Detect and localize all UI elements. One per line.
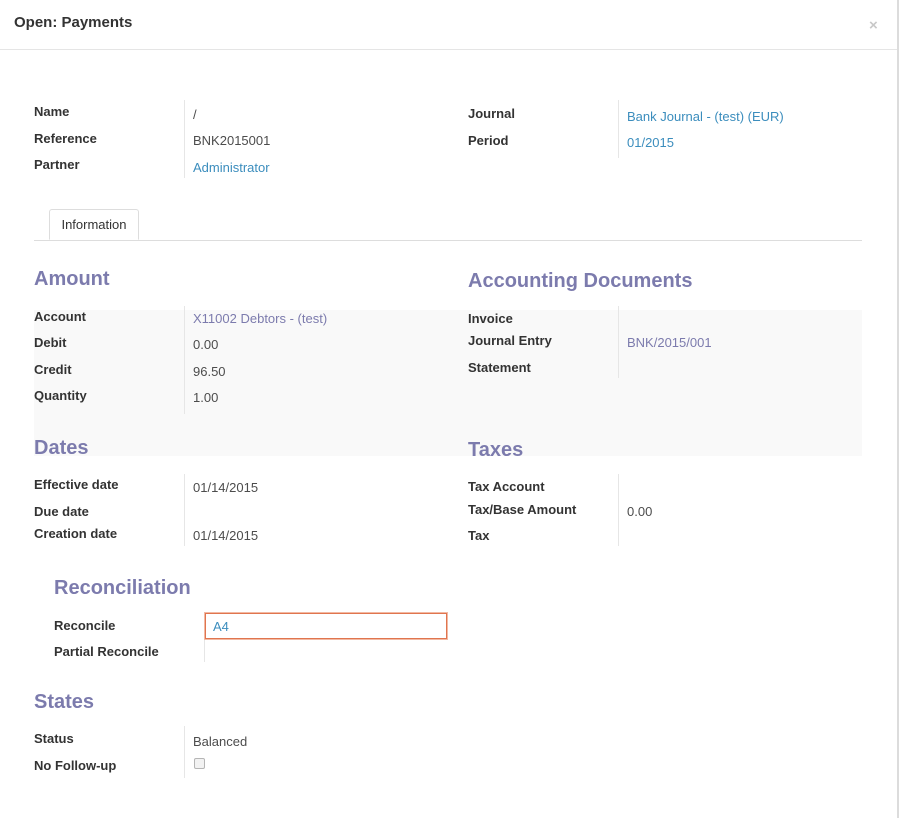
taxes-section-title: Taxes (468, 439, 524, 461)
no-followup-label: No Follow-up (34, 758, 117, 773)
status-value: Balanced (193, 734, 248, 749)
reconcile-input[interactable] (205, 613, 447, 639)
due-date-label: Due date (34, 504, 89, 519)
field-separator (184, 306, 185, 414)
tax-account-label: Tax Account (468, 479, 545, 494)
name-label: Name (34, 104, 70, 119)
reconciliation-section-title: Reconciliation (54, 577, 191, 599)
effective-date-label: Effective date (34, 477, 119, 492)
creation-date-value: 01/14/2015 (193, 528, 259, 543)
invoice-label: Invoice (468, 311, 513, 326)
effective-date-value: 01/14/2015 (193, 480, 259, 495)
journal-link[interactable]: Bank Journal - (test) (EUR) (627, 109, 784, 124)
debit-label: Debit (34, 335, 67, 350)
journal-entry-label: Journal Entry (468, 333, 552, 348)
account-link[interactable]: X11002 Debtors - (test) (193, 311, 327, 326)
field-separator (184, 100, 185, 178)
statement-label: Statement (468, 360, 531, 375)
partner-link[interactable]: Administrator (193, 160, 270, 175)
status-label: Status (34, 731, 74, 746)
period-label: Period (468, 133, 509, 148)
no-followup-checkbox[interactable] (194, 758, 205, 769)
period-link[interactable]: 01/2015 (627, 135, 674, 150)
amount-section-title: Amount (34, 268, 110, 290)
journal-label: Journal (468, 106, 515, 121)
journal-entry-link[interactable]: BNK/2015/001 (627, 335, 712, 350)
close-icon[interactable]: × (869, 17, 878, 34)
reference-value: BNK2015001 (193, 133, 271, 148)
field-separator (618, 100, 619, 158)
accounting-documents-section-title: Accounting Documents (468, 270, 693, 292)
name-value: / (193, 107, 197, 122)
dates-section-title: Dates (34, 437, 89, 459)
field-separator (618, 306, 619, 378)
tab-information[interactable]: Information (49, 209, 139, 240)
creation-date-label: Creation date (34, 526, 118, 541)
credit-label: Credit (34, 362, 72, 377)
dialog-header (0, 0, 897, 50)
reference-label: Reference (34, 131, 97, 146)
tax-base-amount-label: Tax/Base Amount (468, 502, 577, 517)
section-band (34, 310, 862, 426)
field-separator (184, 726, 185, 778)
quantity-label: Quantity (34, 388, 87, 403)
account-label: Account (34, 309, 86, 324)
reconcile-label: Reconcile (54, 618, 116, 633)
tax-base-amount-value: 0.00 (627, 504, 653, 519)
states-section-title: States (34, 691, 95, 713)
field-separator (184, 474, 185, 546)
quantity-value: 1.00 (193, 390, 219, 405)
tab-bar-line (34, 240, 862, 241)
field-separator (618, 474, 619, 546)
partial-reconcile-label: Partial Reconcile (54, 644, 159, 659)
partner-label: Partner (34, 157, 80, 172)
credit-value: 96.50 (193, 364, 226, 379)
dialog-title: Open: Payments (14, 14, 133, 31)
section-band (34, 426, 862, 456)
tax-label: Tax (468, 528, 490, 543)
debit-value: 0.00 (193, 337, 219, 352)
